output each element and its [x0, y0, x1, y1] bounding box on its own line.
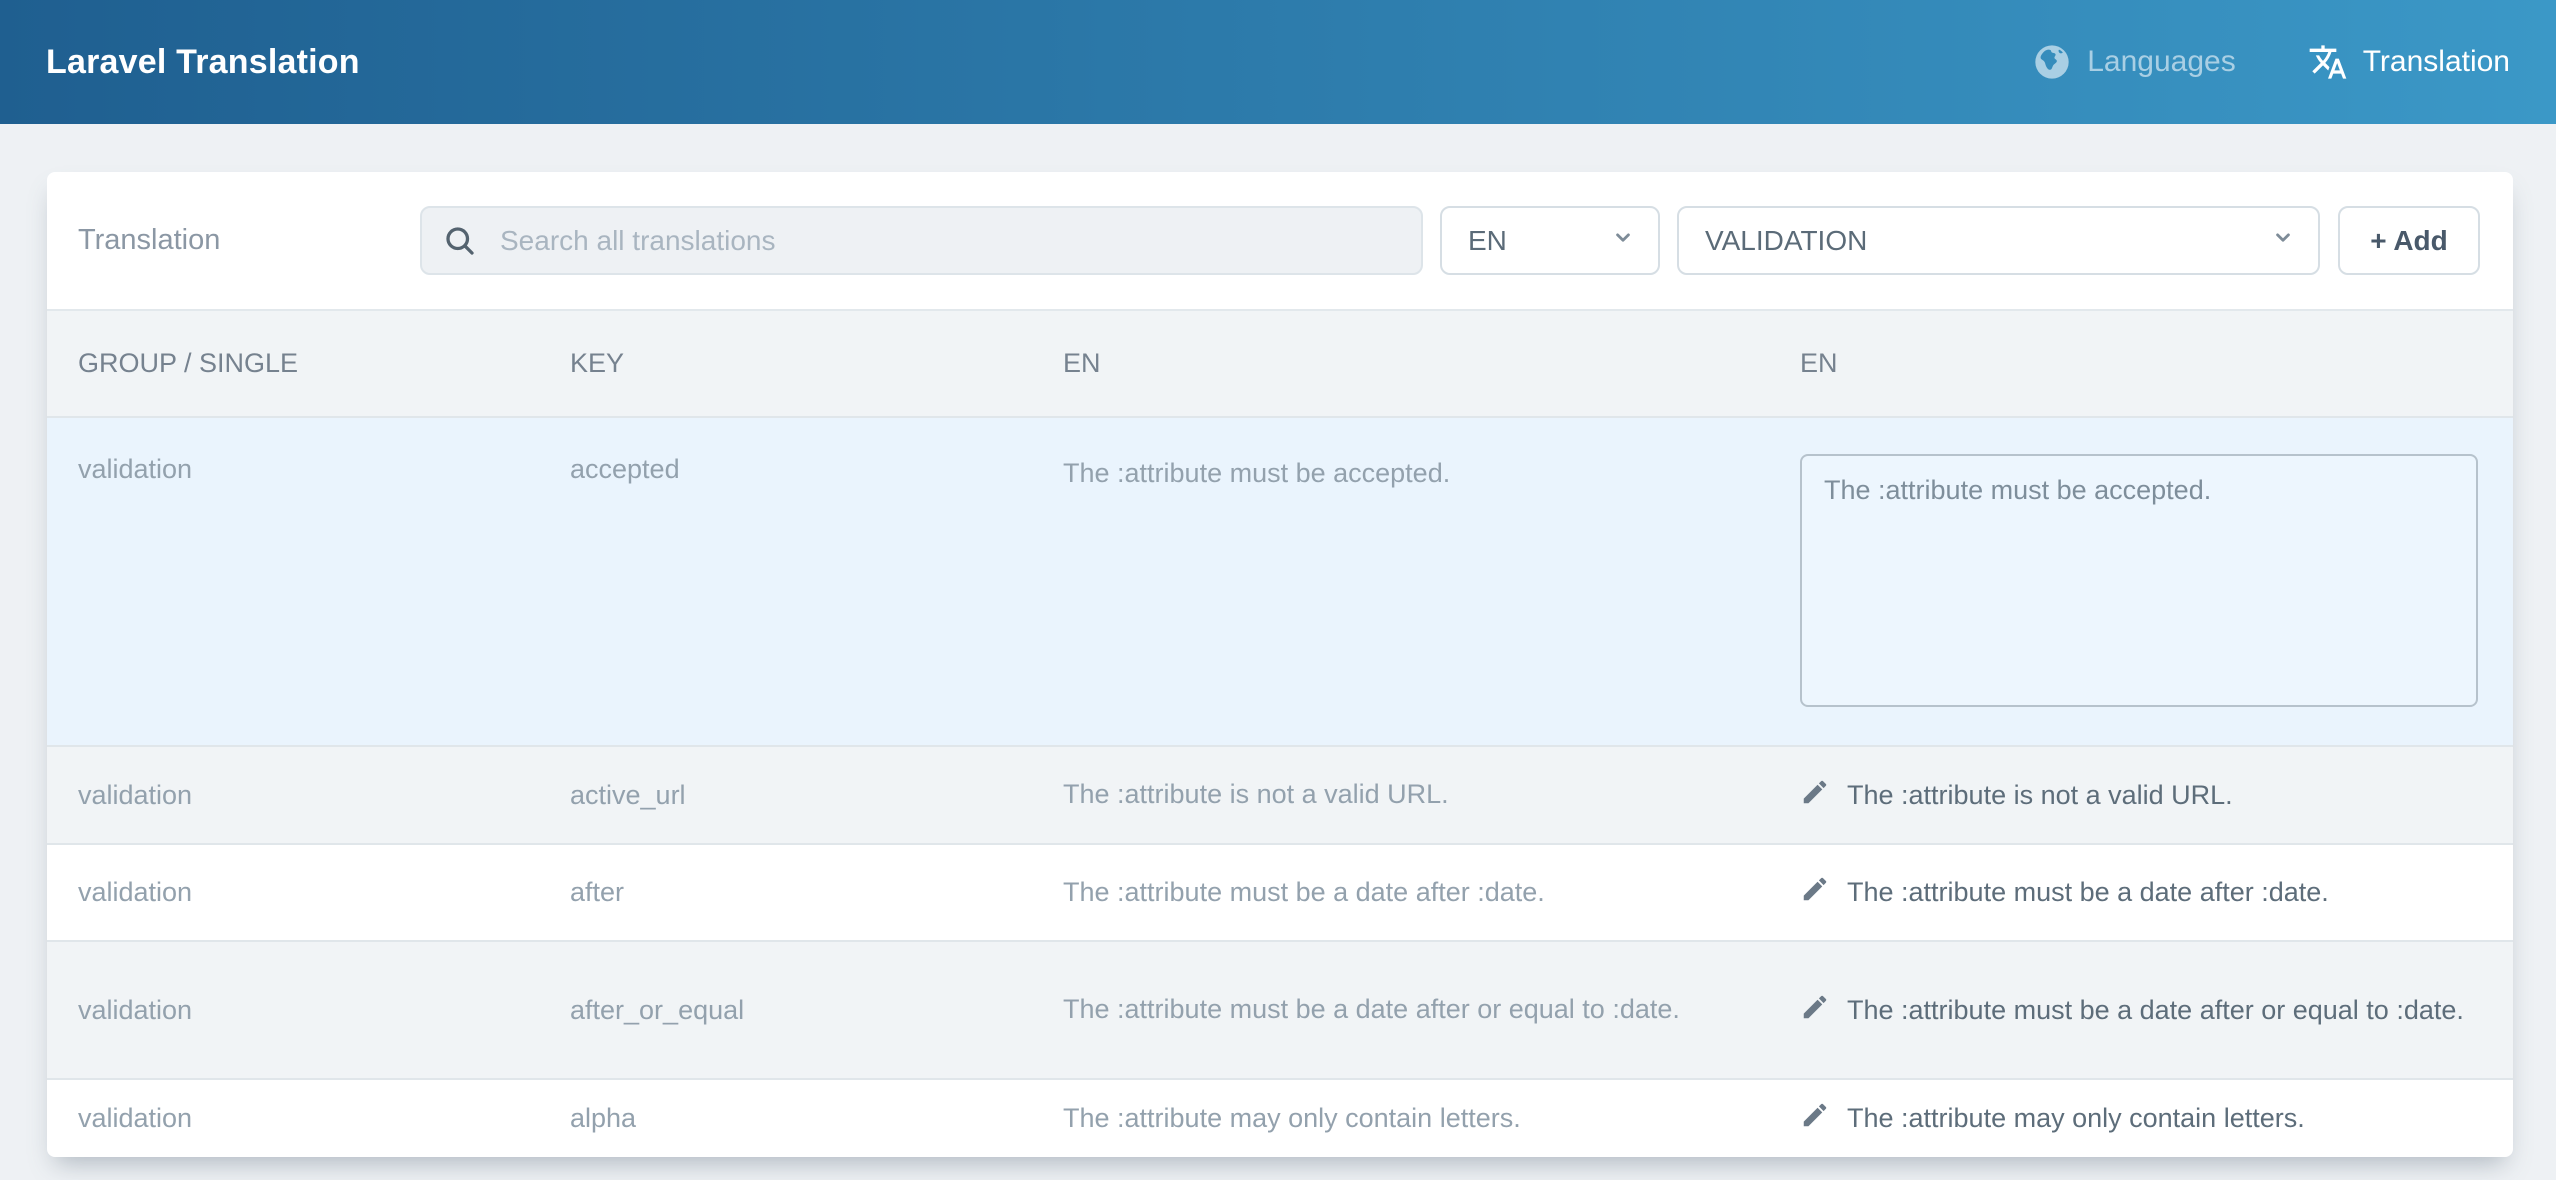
cell-key: after	[570, 877, 1063, 908]
chevron-down-icon	[2270, 224, 2296, 257]
table-row: validation accepted The :attribute must …	[47, 416, 2513, 745]
nav-item-label: Translation	[2363, 45, 2510, 79]
cell-source: The :attribute must be a date after :dat…	[1063, 873, 1800, 912]
cell-translation[interactable]: The :attribute may only contain letters.	[1800, 1100, 2478, 1137]
edit-pencil-icon[interactable]	[1800, 777, 1830, 814]
cell-group: validation	[78, 780, 570, 811]
app-header: Laravel Translation Languages Translatio…	[0, 0, 2556, 124]
app-title: Laravel Translation	[46, 43, 360, 82]
cell-group: validation	[78, 454, 570, 485]
add-button[interactable]: + Add	[2338, 206, 2480, 275]
group-select-value: VALIDATION	[1705, 225, 1867, 257]
cell-source: The :attribute may only contain letters.	[1063, 1099, 1800, 1138]
translation-card: Translation EN VALIDATION	[47, 172, 2513, 1157]
cell-key: alpha	[570, 1103, 1063, 1134]
cell-source: The :attribute is not a valid URL.	[1063, 775, 1800, 814]
chevron-down-icon	[1610, 224, 1636, 257]
cell-key: active_url	[570, 780, 1063, 811]
translate-icon	[2308, 42, 2348, 82]
column-header-group: GROUP / SINGLE	[78, 348, 570, 379]
locale-select[interactable]: EN	[1440, 206, 1660, 275]
translation-text: The :attribute is not a valid URL.	[1847, 780, 2233, 811]
cell-source: The :attribute must be a date after or e…	[1063, 990, 1800, 1029]
edit-pencil-icon[interactable]	[1800, 1100, 1830, 1137]
globe-icon	[2032, 42, 2072, 82]
cell-translation[interactable]: The :attribute must be a date after :dat…	[1800, 874, 2478, 911]
toolbar: Translation EN VALIDATION	[47, 172, 2513, 311]
table-header: GROUP / SINGLE KEY EN EN	[47, 311, 2513, 416]
cell-translation[interactable]: The :attribute is not a valid URL.	[1800, 777, 2478, 814]
edit-pencil-icon[interactable]	[1800, 874, 1830, 911]
nav-item-languages[interactable]: Languages	[2032, 42, 2235, 82]
cell-translation[interactable]: The :attribute must be a date after or e…	[1800, 992, 2478, 1029]
cell-group: validation	[78, 995, 570, 1026]
table-row: validation after_or_equal The :attribute…	[47, 940, 2513, 1078]
column-header-target: EN	[1800, 348, 2478, 379]
cell-group: validation	[78, 877, 570, 908]
search-input[interactable]	[420, 206, 1423, 275]
table-row: validation active_url The :attribute is …	[47, 745, 2513, 843]
column-header-key: KEY	[570, 348, 1063, 379]
nav-item-label: Languages	[2087, 45, 2235, 79]
translation-text: The :attribute must be a date after or e…	[1847, 995, 2464, 1026]
cell-key: accepted	[570, 454, 1063, 485]
cell-key: after_or_equal	[570, 995, 1063, 1026]
column-header-source: EN	[1063, 344, 1800, 383]
translation-text: The :attribute must be a date after :dat…	[1847, 877, 2329, 908]
group-select[interactable]: VALIDATION	[1677, 206, 2320, 275]
search-wrap	[420, 206, 1423, 275]
edit-pencil-icon[interactable]	[1800, 992, 1830, 1029]
translation-text: The :attribute may only contain letters.	[1847, 1103, 2305, 1134]
header-nav: Languages Translation	[2032, 42, 2510, 82]
nav-item-translation[interactable]: Translation	[2308, 42, 2510, 82]
locale-select-value: EN	[1468, 225, 1507, 257]
cell-source: The :attribute must be accepted.	[1063, 454, 1800, 493]
toolbar-title: Translation	[78, 224, 420, 257]
table-row: validation alpha The :attribute may only…	[47, 1078, 2513, 1157]
cell-group: validation	[78, 1103, 570, 1134]
table-row: validation after The :attribute must be …	[47, 843, 2513, 940]
cell-translation-editing: The :attribute must be accepted.	[1800, 454, 2478, 714]
translation-edit-textarea[interactable]: The :attribute must be accepted.	[1800, 454, 2478, 707]
